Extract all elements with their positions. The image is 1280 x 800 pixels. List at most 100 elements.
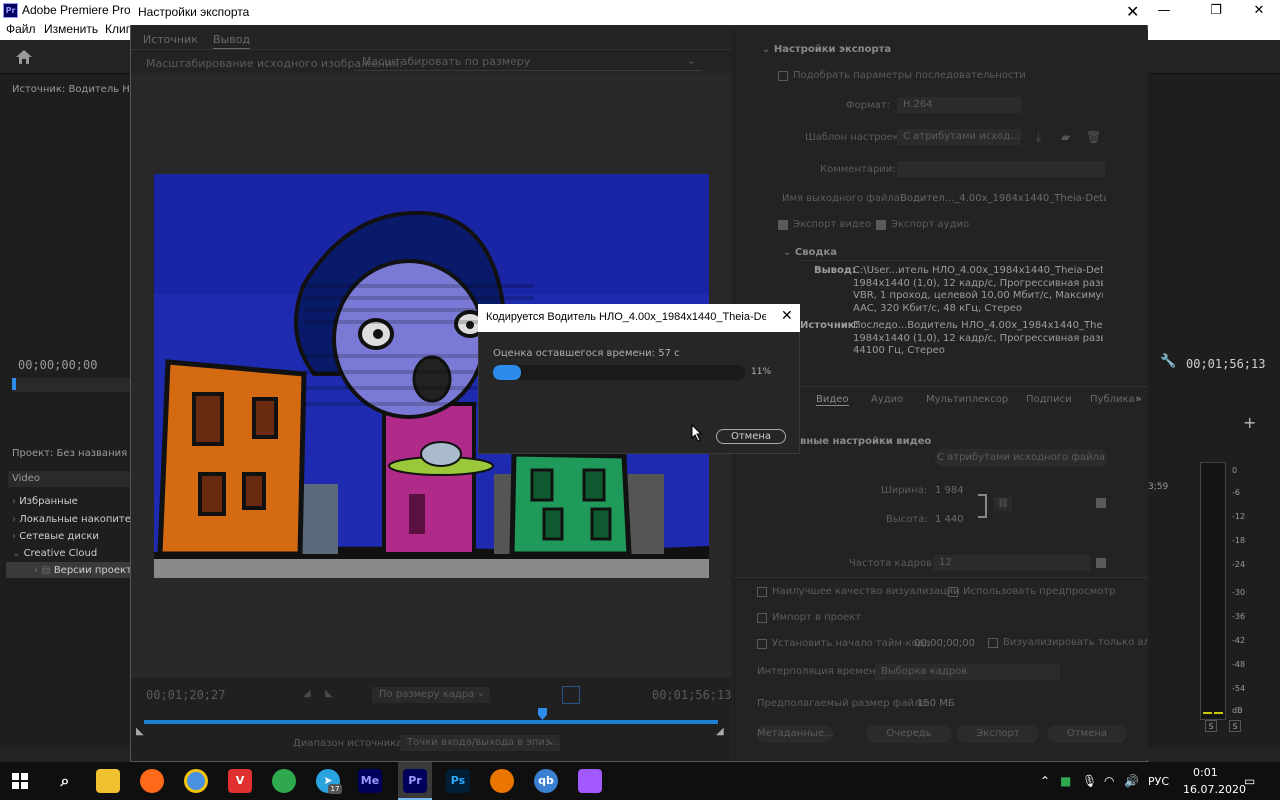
metadata-button[interactable]: Метаданные... [757,725,833,743]
match-sequence-checkbox[interactable] [778,71,788,81]
tabs-overflow-icon[interactable]: » [1135,392,1142,405]
match-source-button[interactable]: С атрибутами исходного файла [935,449,1107,467]
tab-publish[interactable]: Публика [1090,394,1135,405]
vivaldi-icon[interactable]: V [228,769,252,793]
summary-source-line: 44100 Гц, Стерео [853,345,945,356]
photoshop-icon[interactable]: Ps [446,769,470,793]
language-indicator[interactable]: РУС [1148,775,1169,788]
firefox-icon[interactable] [140,769,164,793]
export-video-checkbox[interactable] [778,220,788,230]
chrome-icon[interactable] [184,769,208,793]
microphone-icon[interactable]: 🎙 [1082,774,1097,788]
clock-time[interactable]: 0:01 [1193,766,1218,779]
maximize-icon[interactable]: ❐ [1193,0,1239,21]
delete-preset-icon[interactable]: 🗑 [1086,130,1101,144]
output-name-link[interactable]: Водител..._4.00x_1984x1440_Theia-Detail.… [900,193,1106,204]
encoding-cancel-button[interactable]: Отмена [716,429,786,444]
encoding-dialog-title: Кодируется Водитель НЛО_4.00x_1984x1440_… [486,311,766,323]
start-icon[interactable] [12,773,28,789]
tab-source[interactable]: Источник [143,33,198,46]
summary-header[interactable]: ⌄ Сводка [783,247,837,258]
menu-file[interactable]: Файл [6,22,36,36]
tree-item-project-versions[interactable]: › ▤ Версии проекта [34,565,131,576]
search-icon[interactable]: ⌕ [53,769,77,793]
set-start-tc-checkbox[interactable] [757,639,767,649]
blender-icon[interactable] [490,769,514,793]
notifications-icon[interactable]: ▭ [1244,774,1255,788]
export-close-icon[interactable]: ✕ [1126,2,1139,21]
height-value[interactable]: 1 440 [935,514,964,525]
chain-link-icon[interactable]: ⛓ [994,497,1012,511]
basic-video-header[interactable]: вные настройки видео [800,436,931,447]
volume-icon[interactable]: 🔊 [1124,774,1139,788]
preset-dropdown[interactable]: С атрибутами исход... [897,129,1021,145]
wifi-icon[interactable]: ◠ [1104,774,1114,788]
export-button[interactable]: Экспорт [957,725,1039,743]
format-dropdown[interactable]: H.264 [897,97,1021,113]
tab-audio[interactable]: Аудио [871,394,903,405]
render-alpha-checkbox[interactable] [988,638,998,648]
tray-app-icon[interactable]: ■ [1060,774,1071,788]
start-tc-value[interactable]: 00;00;00;00 [914,638,975,649]
tab-multiplexer[interactable]: Мультиплексор [926,394,1008,405]
fit-frame-dropdown[interactable]: По размеру кадра ⌄ [372,687,490,703]
tab-captions[interactable]: Подписи [1026,394,1072,405]
tab-output[interactable]: Вывод [213,33,251,49]
width-value[interactable]: 1 984 [935,485,964,496]
tab-video[interactable]: Видео [816,394,849,406]
save-preset-icon[interactable]: ⤓ [1036,130,1041,145]
premiere-icon[interactable]: Pr [403,769,427,793]
in-point-icon[interactable]: ◣ [136,726,144,737]
solo-left-button[interactable]: S [1205,720,1217,732]
solo-right-button[interactable]: S [1229,720,1241,732]
summary-source-line: 1984x1440 (1,0), 12 кадр/с, Прогрессивна… [853,332,1103,344]
media-encoder-icon[interactable]: Me [358,769,382,793]
tree-item-local-drives[interactable]: › Локальные накопители [12,514,130,525]
program-timecode[interactable]: 00;01;56;13 [1186,357,1265,371]
maps-icon[interactable] [272,769,296,793]
max-quality-checkbox[interactable] [757,587,767,597]
scale-source-dropdown[interactable]: Масштабировать по размеру ⌄ [354,53,702,71]
clock-date[interactable]: 16.07.2020 [1183,783,1246,796]
wrench-icon[interactable]: 🔧 [1160,354,1176,369]
import-project-checkbox[interactable] [757,613,767,623]
project-location-select[interactable]: Video [8,471,130,487]
close-icon[interactable]: ✕ [1236,0,1280,21]
out-point-icon[interactable]: ◢ [716,726,724,737]
mark-in-icon[interactable]: ◢ [303,688,311,699]
queue-button[interactable]: Очередь [866,725,952,743]
export-current-timecode[interactable]: 00;01;20;27 [146,688,225,702]
match-size-checkbox[interactable] [1096,498,1106,508]
import-preset-icon[interactable]: ▰ [1061,130,1070,144]
source-timecode[interactable]: 00;00;00;00 [18,358,97,372]
file-explorer-icon[interactable] [96,769,120,793]
source-timeline-bar[interactable] [12,378,130,392]
tree-item-network-drives[interactable]: › Сетевые диски [12,531,130,542]
add-button-icon[interactable]: + [1243,413,1256,432]
encoding-close-icon[interactable]: ✕ [781,308,793,324]
premiere-logo-icon: Pr [3,3,18,18]
safe-margins-icon[interactable] [562,686,580,704]
tree-item-favorites[interactable]: › Избранные [12,496,130,507]
menu-clip[interactable]: Клип [105,22,132,36]
source-range-dropdown[interactable]: Точки входа/выхода в эпиз... ⌄ [400,735,560,751]
fps-dropdown[interactable]: 12 [933,555,1090,571]
tray-chevron-icon[interactable]: ⌃ [1040,774,1050,788]
home-icon[interactable] [16,50,32,64]
figma-icon[interactable] [578,769,602,793]
set-start-tc-label: Установить начало тайм-кода [772,638,931,649]
mark-out-icon[interactable]: ◣ [325,688,333,699]
interp-dropdown[interactable]: Выборка кадров [875,664,1060,680]
export-settings-header[interactable]: ⌄ Настройки экспорта [762,44,891,55]
comments-input[interactable] [897,161,1105,177]
export-timeline-bar[interactable] [144,720,718,724]
source-playhead[interactable] [12,378,16,390]
tree-item-creative-cloud[interactable]: ⌄ Creative Cloud [12,548,130,559]
match-fps-checkbox[interactable] [1096,558,1106,568]
use-preview-checkbox[interactable] [948,587,958,597]
encoding-progress-bar [493,365,745,380]
menu-edit[interactable]: Изменить [44,22,98,36]
qbittorrent-icon[interactable]: qb [534,769,558,793]
cancel-export-button[interactable]: Отмена [1047,725,1127,743]
export-audio-checkbox[interactable] [876,220,886,230]
